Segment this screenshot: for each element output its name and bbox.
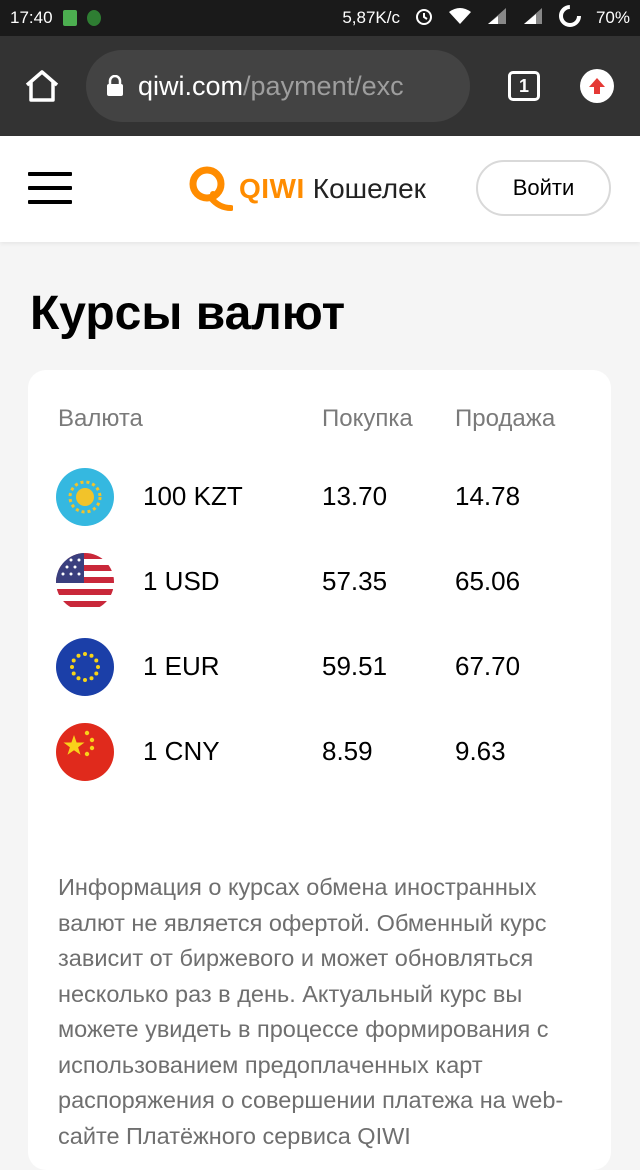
signal-icon: [486, 7, 508, 30]
burger-line: [28, 200, 72, 204]
extension-button[interactable]: [580, 69, 614, 103]
column-buy: Покупка: [322, 405, 413, 432]
kazakhstan-flag-icon: [56, 468, 114, 526]
browser-toolbar: qiwi.com/payment/exc 1: [0, 36, 640, 136]
sell-rate: 67.70: [455, 651, 521, 681]
buy-rate: 59.51: [322, 651, 388, 681]
login-button[interactable]: Войти: [476, 160, 611, 216]
clock: 17:40: [10, 8, 53, 27]
home-icon: [25, 70, 59, 102]
upload-arrow-icon: [589, 78, 605, 94]
sell-rate: 9.63: [455, 736, 506, 766]
loading-icon: [558, 4, 582, 33]
url-domain: qiwi.com: [138, 70, 244, 101]
buy-rate: 13.70: [322, 481, 388, 511]
url-path: /payment/exc: [243, 70, 404, 101]
currency-name: 1 CNY: [143, 736, 220, 766]
qiwi-logo[interactable]: QIWI Кошелек: [187, 164, 426, 214]
battery-level: 70%: [595, 8, 630, 27]
notification-app-icon: [86, 10, 101, 26]
rate-row-eur: 1 EUR 59.51 67.70: [28, 637, 611, 697]
burger-line: [28, 186, 72, 190]
rate-row-cny: 1 CNY 8.59 9.63: [28, 722, 611, 782]
site-header: QIWI Кошелек Войти: [0, 136, 640, 242]
column-sell: Продажа: [455, 405, 556, 432]
currency-name: 1 USD: [143, 566, 220, 596]
qiwi-logo-icon: [189, 166, 233, 211]
menu-button[interactable]: [28, 172, 72, 204]
tab-switcher-button[interactable]: 1: [508, 71, 540, 101]
signal-icon-2: [522, 7, 544, 30]
status-bar: 17:40 5,87K/c 70%: [0, 0, 640, 36]
rates-disclaimer: Информация о курсах обмена иностранных в…: [58, 874, 564, 1149]
address-bar[interactable]: qiwi.com/payment/exc: [86, 50, 470, 122]
sell-rate: 65.06: [455, 566, 521, 596]
buy-rate: 8.59: [322, 736, 373, 766]
china-flag-icon: [56, 723, 114, 781]
currency-name: 1 EUR: [143, 651, 220, 681]
column-currency: Валюта: [58, 405, 143, 432]
rates-card: Валюта Покупка Продажа 100 KZT 13.70 14.…: [28, 370, 611, 1170]
rate-row-usd: 1 USD 57.35 65.06: [28, 552, 611, 612]
shield-app-icon: [62, 10, 77, 26]
logo-wordmark: QIWI: [239, 173, 305, 204]
wifi-icon: [448, 7, 472, 30]
rate-row-kzt: 100 KZT 13.70 14.78: [28, 467, 611, 527]
page-title: Курсы валют: [30, 287, 346, 340]
burger-line: [28, 172, 72, 176]
rates-table-header: Валюта Покупка Продажа: [58, 405, 611, 435]
usa-flag-icon: [56, 553, 114, 611]
logo-subtitle: Кошелек: [312, 173, 426, 204]
network-speed: 5,87K/c: [342, 8, 400, 27]
currency-name: 100 KZT: [143, 481, 243, 511]
buy-rate: 57.35: [322, 566, 388, 596]
sell-rate: 14.78: [455, 481, 521, 511]
home-button[interactable]: [20, 64, 64, 108]
eu-flag-icon: [56, 638, 114, 696]
alarm-icon: [414, 6, 434, 31]
lock-icon: [107, 75, 123, 96]
